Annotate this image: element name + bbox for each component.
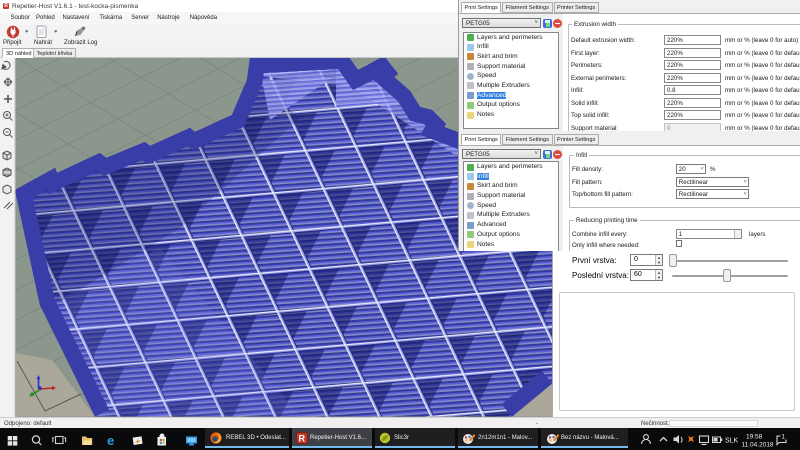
svg-text:SLK: SLK <box>725 437 739 444</box>
svg-text:e: e <box>107 433 114 448</box>
svg-text:R: R <box>299 434 306 444</box>
svg-text:19:58: 19:58 <box>746 433 763 440</box>
svg-text:11.04.2018: 11.04.2018 <box>742 441 774 448</box>
